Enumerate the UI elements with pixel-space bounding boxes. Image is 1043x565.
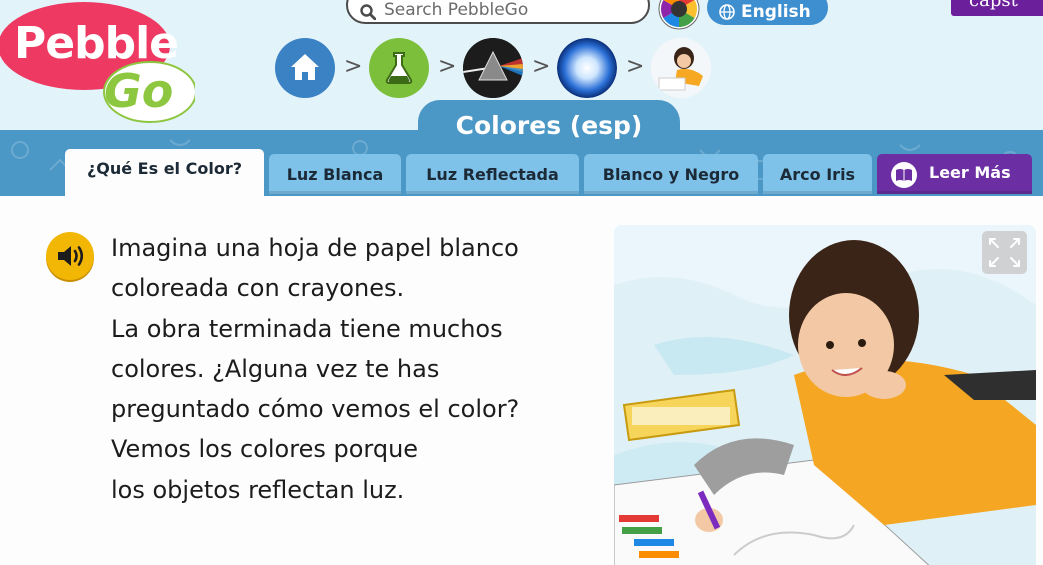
text-line: colores. ¿Alguna vez te has (111, 354, 440, 383)
breadcrumb-science[interactable] (369, 38, 429, 98)
text-line: Vemos los colores porque (111, 435, 419, 464)
text-line: Imagina una hoja de papel blanco (111, 234, 519, 262)
text-line: los objetos reflectan luz. (111, 475, 405, 504)
tab-arco-iris[interactable]: Arco Iris (763, 154, 872, 194)
partner-label: capst (969, 0, 1018, 11)
tab-luz-blanca[interactable]: Luz Blanca (269, 154, 401, 194)
tab-blanco-y-negro[interactable]: Blanco y Negro (584, 154, 758, 194)
expand-icon (989, 238, 1020, 267)
tab-que-es-el-color[interactable]: ¿Qué Es el Color? (65, 149, 264, 197)
flask-icon (385, 52, 413, 84)
speaker-icon (58, 246, 84, 266)
article-title-tab: Colores (esp) (418, 100, 680, 148)
text-line: preguntado cómo vemos el color? (111, 395, 520, 424)
audio-button[interactable] (46, 232, 94, 280)
article-title: Colores (esp) (455, 111, 643, 140)
tab-luz-reflectada[interactable]: Luz Reflectada (406, 154, 579, 194)
breadcrumb-separator: > (344, 54, 363, 79)
article-text: Imagina una hoja de papel blanco colorea… (111, 228, 591, 510)
globe-icon (719, 4, 735, 20)
book-icon (891, 162, 917, 188)
breadcrumb-light[interactable] (463, 38, 523, 98)
text-line: coloreada con crayones. (111, 274, 405, 303)
girl-coloring-image (614, 225, 1036, 565)
breadcrumb-separator: > (438, 54, 457, 79)
expand-image-button[interactable] (982, 231, 1027, 274)
light-burst-icon (557, 38, 617, 98)
read-more-label: Leer Más (929, 163, 1011, 182)
breadcrumb-home[interactable] (275, 38, 335, 98)
logo-text-go: Go (104, 64, 174, 118)
language-label: English (741, 2, 811, 22)
breadcrumb-separator: > (532, 54, 551, 79)
search-icon (360, 4, 376, 20)
color-wheel-icon[interactable] (658, 0, 700, 30)
search-placeholder: Search PebbleGo (384, 0, 529, 20)
search-input[interactable]: Search PebbleGo (346, 0, 650, 24)
breadcrumb-article[interactable] (651, 38, 711, 98)
article-photo[interactable] (614, 225, 1036, 565)
logo-text-pebble: Pebble (14, 18, 179, 69)
pebblego-logo[interactable]: Pebble Go (0, 0, 195, 125)
home-icon (291, 54, 319, 80)
breadcrumb-color[interactable] (557, 38, 617, 98)
girl-thumbnail (651, 38, 711, 98)
breadcrumb-separator: > (626, 54, 645, 79)
read-more-button[interactable]: Leer Más (877, 154, 1032, 194)
text-line: La obra terminada tiene muchos (111, 314, 503, 343)
partner-badge[interactable]: capst (951, 0, 1043, 16)
prism-icon (463, 38, 523, 98)
language-button[interactable]: English (707, 0, 828, 25)
